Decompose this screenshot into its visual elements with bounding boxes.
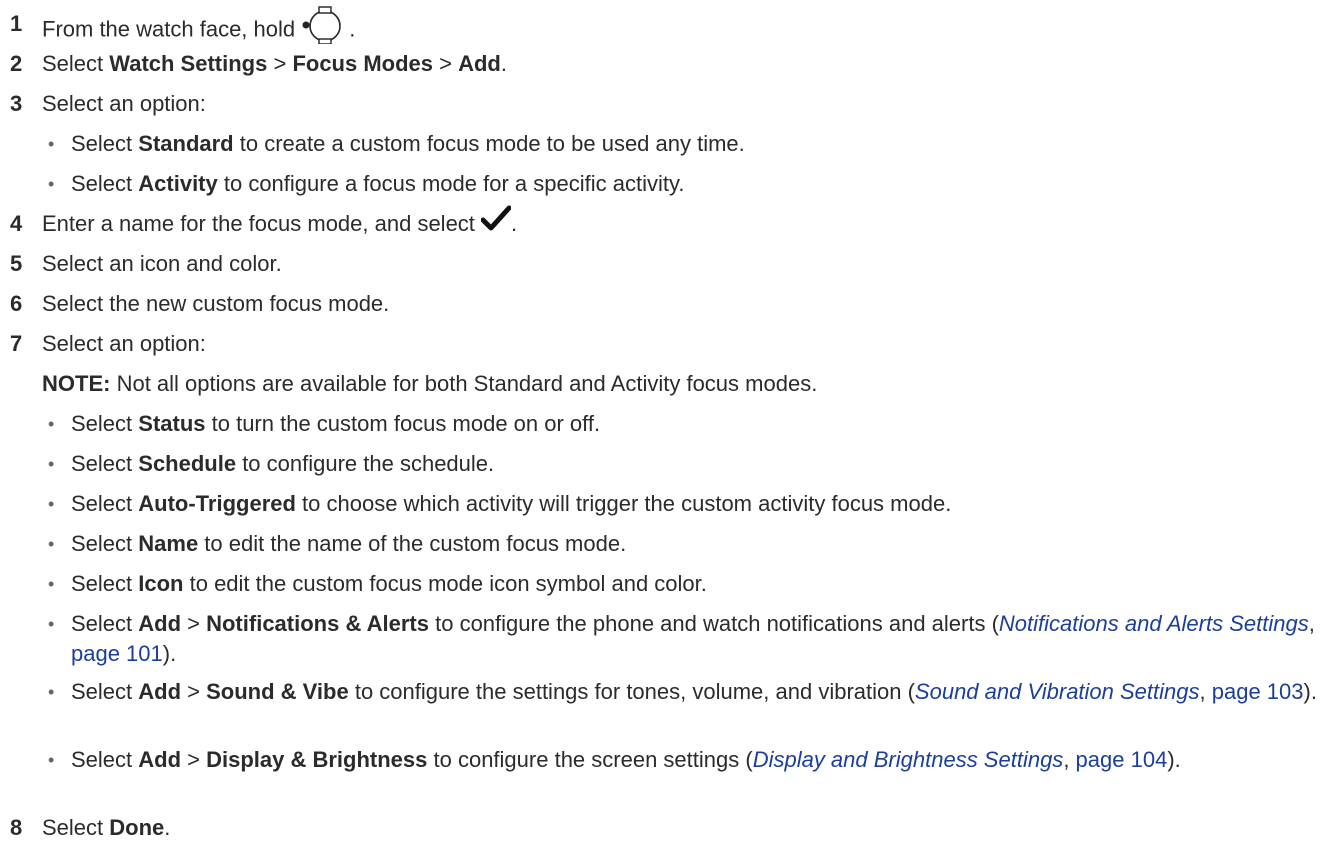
step-6: 6 Select the new custom focus mode.: [0, 282, 1332, 322]
bullet-icon: •: [48, 614, 55, 634]
step-3: 3 Select an option:: [0, 82, 1332, 122]
list-item: • Select Auto-Triggered to choose which …: [0, 482, 1332, 522]
step-1: 1 From the watch face, hold .: [0, 2, 1332, 45]
step-text: Select an option:: [42, 91, 206, 116]
list-item: • Select Standard to create a custom foc…: [0, 122, 1332, 162]
step-number: 3: [10, 91, 23, 116]
step-number: 2: [10, 51, 23, 76]
list-item: • Select Schedule to configure the sched…: [0, 442, 1332, 482]
step-8: 8 Select Done.: [0, 806, 1332, 846]
step-number: 5: [10, 251, 23, 276]
list-item: • Select Icon to edit the custom focus m…: [0, 562, 1332, 602]
bullet-icon: •: [48, 534, 55, 554]
page-link[interactable]: page 103: [1212, 679, 1304, 704]
list-item: • Select Status to turn the custom focus…: [0, 402, 1332, 442]
list-item: • Select Add > Sound & Vibe to configure…: [0, 670, 1332, 738]
bullet-icon: •: [48, 414, 55, 434]
list-item: • Select Add > Display & Brightness to c…: [0, 738, 1332, 806]
cross-reference-link[interactable]: Sound and Vibration Settings: [915, 679, 1200, 704]
bullet-icon: •: [48, 134, 55, 154]
step-4: 4 Enter a name for the focus mode, and s…: [0, 202, 1332, 242]
step-text: Enter a name for the focus mode, and sel…: [42, 204, 517, 246]
note: NOTE: Not all options are available for …: [42, 371, 818, 396]
bullet-icon: •: [48, 574, 55, 594]
cross-reference-link[interactable]: Notifications and Alerts Settings: [999, 611, 1309, 636]
step-2: 2 Select Watch Settings > Focus Modes > …: [0, 42, 1332, 82]
cross-reference-link[interactable]: Display and Brightness Settings: [753, 747, 1064, 772]
instructions: 1 From the watch face, hold . 2 Select W…: [0, 0, 1332, 846]
checkmark-icon: [480, 205, 512, 246]
bullet-icon: •: [48, 454, 55, 474]
step-number: 8: [10, 815, 23, 840]
step-number: 4: [10, 211, 23, 236]
step-text: Select an icon and color.: [42, 251, 282, 276]
step-text: Select Watch Settings > Focus Modes > Ad…: [42, 51, 507, 76]
list-item: • Select Activity to configure a focus m…: [0, 162, 1332, 202]
page-link[interactable]: page 101: [71, 641, 163, 666]
step-number: 7: [10, 331, 23, 356]
step-7: 7 Select an option:: [0, 322, 1332, 362]
step-number: 1: [10, 11, 23, 36]
step-text: Select the new custom focus mode.: [42, 291, 390, 316]
bullet-icon: •: [48, 682, 55, 702]
list-item: • Select Add > Notifications & Alerts to…: [0, 602, 1332, 670]
step-text: Select Done.: [42, 815, 171, 840]
note-label: NOTE:: [42, 371, 111, 396]
step-number: 6: [10, 291, 23, 316]
bullet-icon: •: [48, 750, 55, 770]
page-link[interactable]: page 104: [1076, 747, 1168, 772]
step-5: 5 Select an icon and color.: [0, 242, 1332, 282]
list-item: • Select Name to edit the name of the cu…: [0, 522, 1332, 562]
bullet-icon: •: [48, 174, 55, 194]
bullet-icon: •: [48, 494, 55, 514]
step-text: Select an option:: [42, 331, 206, 356]
